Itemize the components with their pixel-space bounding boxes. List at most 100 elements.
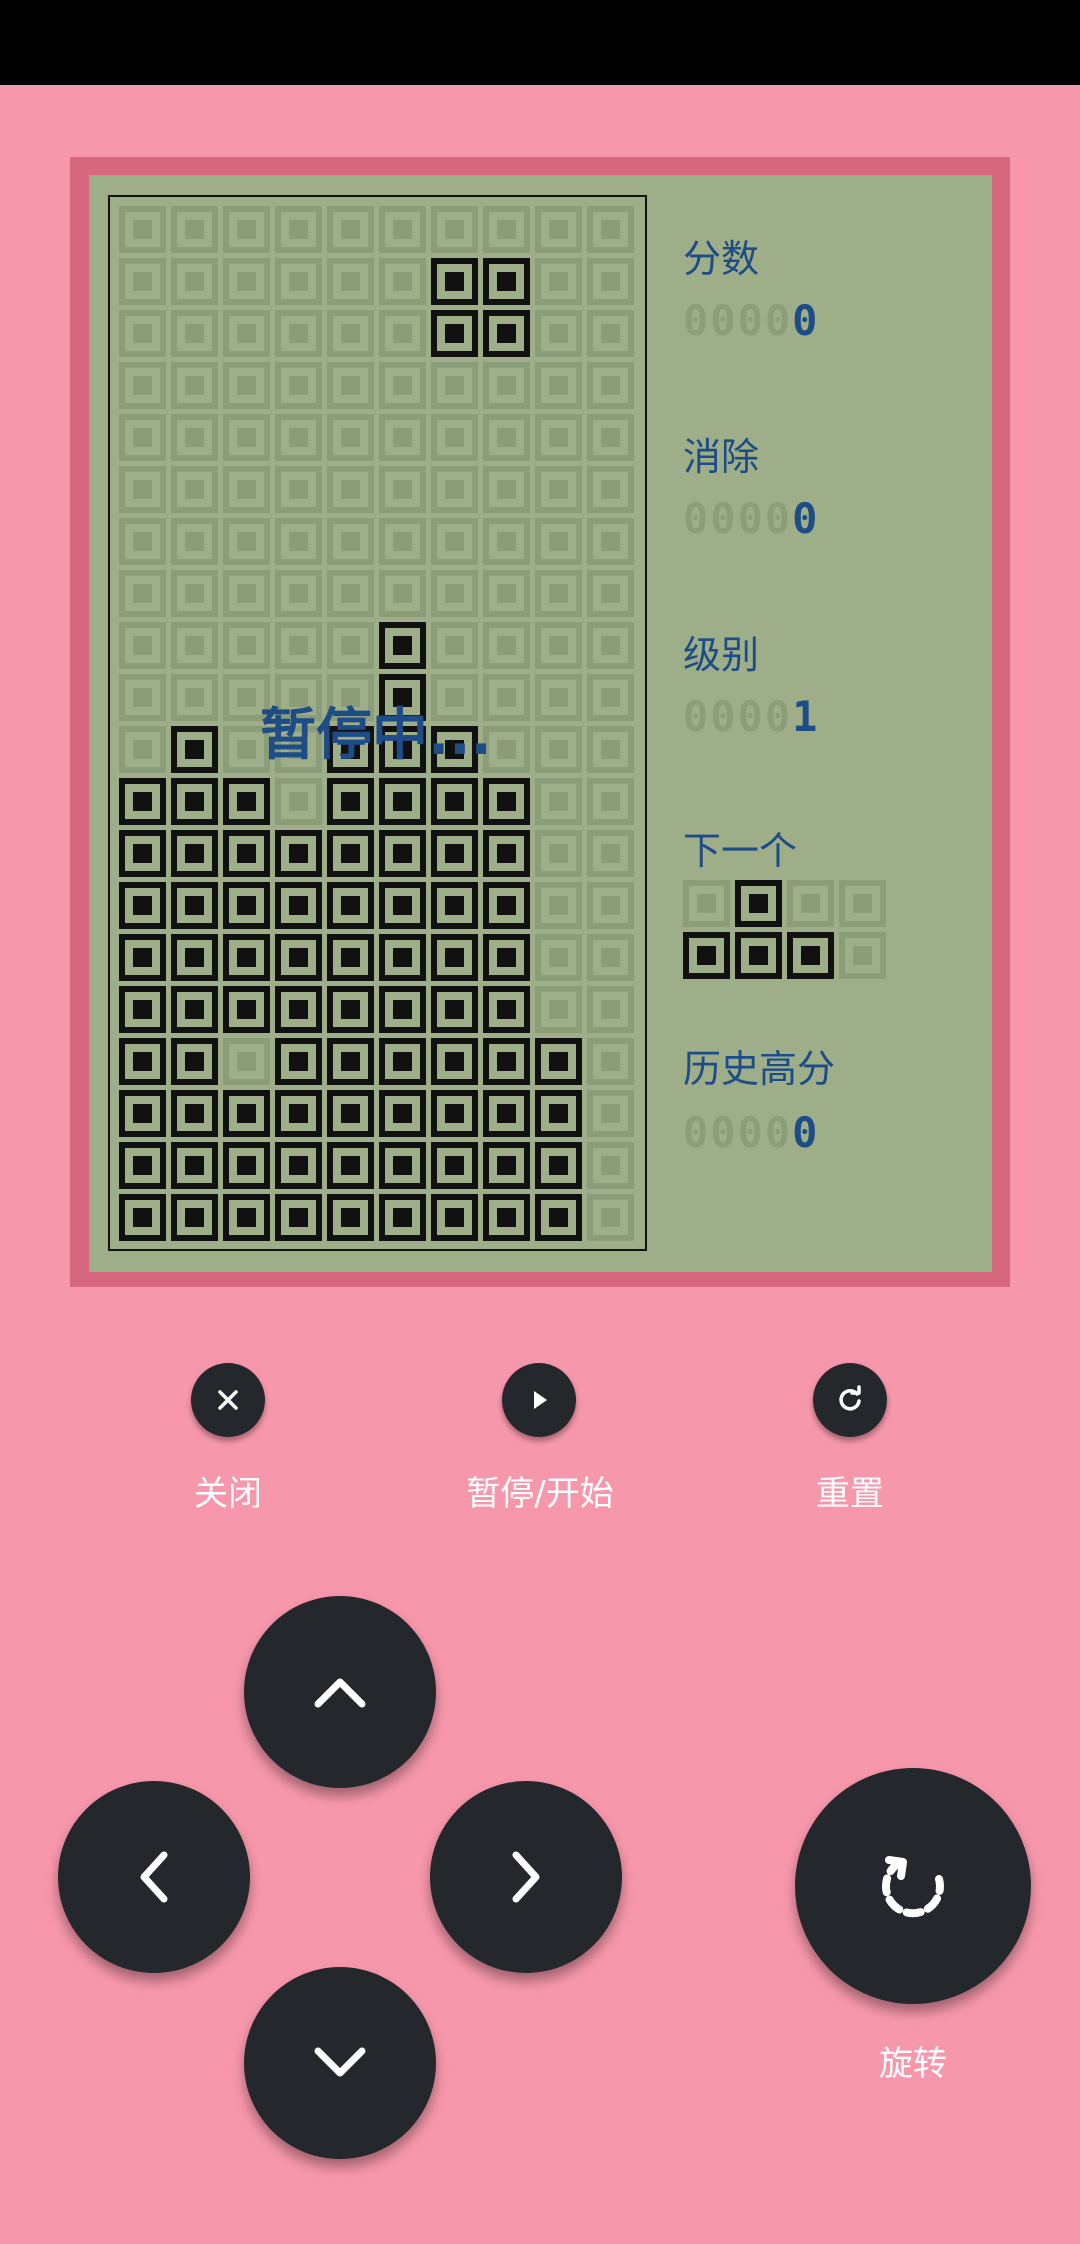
block-cell-filled xyxy=(275,1038,322,1085)
block-cell-empty xyxy=(483,414,530,461)
block-cell-empty xyxy=(171,466,218,513)
block-cell-filled xyxy=(275,830,322,877)
block-cell-filled xyxy=(171,1090,218,1137)
block-cell-empty xyxy=(535,674,582,721)
block-cell-empty xyxy=(839,880,886,927)
next-piece-preview xyxy=(683,880,893,984)
block-cell-empty xyxy=(587,986,634,1033)
block-cell-empty xyxy=(119,674,166,721)
left-button[interactable] xyxy=(58,1781,250,1973)
block-cell-filled xyxy=(535,1142,582,1189)
up-button[interactable] xyxy=(244,1596,436,1788)
block-cell-empty xyxy=(587,414,634,461)
block-cell-filled xyxy=(483,882,530,929)
block-cell-empty xyxy=(171,674,218,721)
block-cell-filled xyxy=(223,1194,270,1241)
close-icon xyxy=(218,1390,238,1410)
play-icon xyxy=(534,1391,547,1409)
block-cell-empty xyxy=(275,414,322,461)
block-cell-empty xyxy=(483,466,530,513)
block-cell-filled xyxy=(275,934,322,981)
block-cell-empty xyxy=(275,570,322,617)
block-cell-empty xyxy=(587,1090,634,1137)
block-cell-empty xyxy=(223,206,270,253)
score-value: 0 xyxy=(792,296,820,345)
block-cell-empty xyxy=(483,206,530,253)
block-cell-filled xyxy=(119,1090,166,1137)
level-value: 1 xyxy=(792,692,820,741)
block-cell-empty xyxy=(379,206,426,253)
block-cell-empty xyxy=(535,934,582,981)
high-score-ghost-digits: 0000 xyxy=(683,1108,793,1157)
close-label: 关闭 xyxy=(194,1474,262,1514)
block-cell-filled xyxy=(483,310,530,357)
block-cell-filled xyxy=(327,1038,374,1085)
block-cell-filled xyxy=(379,830,426,877)
block-cell-empty xyxy=(223,362,270,409)
block-cell-filled xyxy=(119,830,166,877)
block-cell-empty xyxy=(119,258,166,305)
block-cell-filled xyxy=(483,830,530,877)
block-cell-empty xyxy=(171,310,218,357)
block-cell-empty xyxy=(587,674,634,721)
block-cell-empty xyxy=(171,206,218,253)
block-cell-empty xyxy=(223,310,270,357)
block-cell-filled xyxy=(735,880,782,927)
block-cell-filled xyxy=(431,258,478,305)
block-cell-filled xyxy=(431,310,478,357)
block-cell-filled xyxy=(223,934,270,981)
block-cell-filled xyxy=(535,1194,582,1241)
block-cell-filled xyxy=(483,258,530,305)
high-score-value: 0 xyxy=(792,1108,820,1157)
block-cell-empty xyxy=(535,830,582,877)
block-cell-empty xyxy=(587,934,634,981)
score-display: 00000 xyxy=(683,296,819,345)
block-cell-empty xyxy=(119,518,166,565)
block-cell-filled xyxy=(171,882,218,929)
block-cell-empty xyxy=(327,362,374,409)
score-label: 分数 xyxy=(683,237,760,281)
block-cell-empty xyxy=(119,206,166,253)
block-cell-filled xyxy=(275,882,322,929)
block-cell-empty xyxy=(535,986,582,1033)
block-cell-empty xyxy=(223,622,270,669)
paused-status: 暂停中... xyxy=(260,703,492,768)
block-cell-empty xyxy=(327,414,374,461)
block-cell-empty xyxy=(431,362,478,409)
block-cell-empty xyxy=(327,310,374,357)
rotate-button[interactable] xyxy=(795,1768,1031,2004)
block-cell-filled xyxy=(431,1038,478,1085)
block-cell-empty xyxy=(787,880,834,927)
block-cell-empty xyxy=(535,570,582,617)
block-cell-empty xyxy=(275,310,322,357)
close-button[interactable] xyxy=(191,1363,265,1437)
block-cell-empty xyxy=(535,518,582,565)
right-button[interactable] xyxy=(430,1781,622,1973)
lines-label: 消除 xyxy=(683,435,760,479)
pause-start-button[interactable] xyxy=(502,1363,576,1437)
block-cell-empty xyxy=(535,206,582,253)
block-cell-filled xyxy=(535,1090,582,1137)
block-cell-empty xyxy=(535,414,582,461)
block-cell-filled xyxy=(483,934,530,981)
block-cell-empty xyxy=(379,518,426,565)
reset-button[interactable] xyxy=(813,1363,887,1437)
rotate-icon xyxy=(881,1856,944,1918)
block-cell-empty xyxy=(379,466,426,513)
block-cell-filled xyxy=(171,1038,218,1085)
block-cell-filled xyxy=(171,778,218,825)
block-cell-empty xyxy=(839,932,886,979)
block-cell-empty xyxy=(483,570,530,617)
high-score-display: 00000 xyxy=(683,1108,819,1157)
block-cell-empty xyxy=(119,726,166,773)
block-cell-empty xyxy=(327,258,374,305)
status-bar xyxy=(0,0,1080,85)
block-cell-filled xyxy=(119,1038,166,1085)
block-cell-empty xyxy=(119,622,166,669)
block-cell-empty xyxy=(327,570,374,617)
block-cell-empty xyxy=(379,310,426,357)
block-cell-empty xyxy=(587,206,634,253)
block-cell-filled xyxy=(483,1090,530,1137)
block-cell-empty xyxy=(275,258,322,305)
down-button[interactable] xyxy=(244,1967,436,2159)
